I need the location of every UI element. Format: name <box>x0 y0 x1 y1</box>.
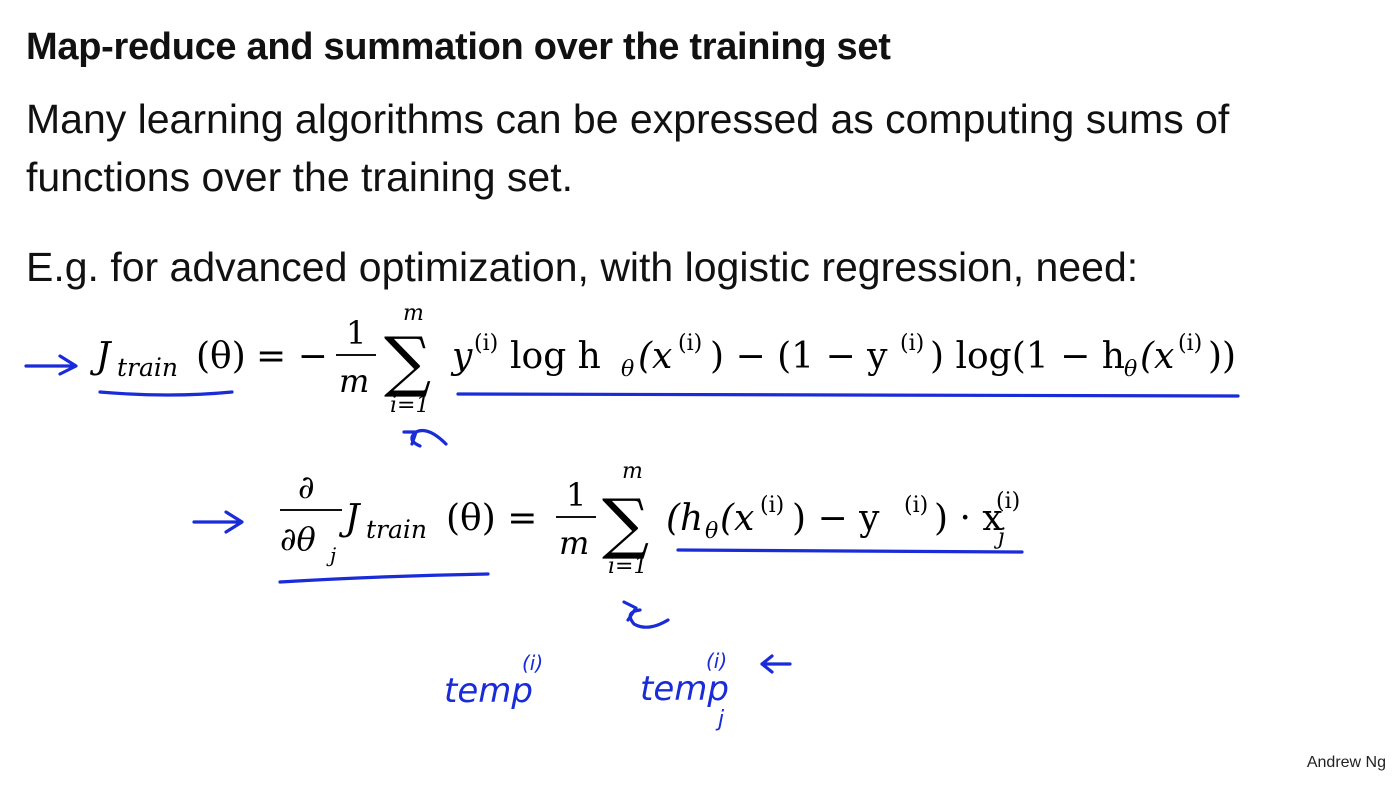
cost-theta-sub-1: θ <box>621 357 634 382</box>
cost-log-h: log h <box>510 336 601 377</box>
grad-partial-den: ∂θ <box>280 520 316 558</box>
grad-sum-upper: m <box>622 459 643 484</box>
underline-summand <box>456 392 1240 398</box>
cost-y: y <box>450 336 473 377</box>
cost-sum-lower: i=1 <box>390 393 429 418</box>
temp-left-sup: (i) <box>522 651 543 675</box>
cost-x-sup-1: (i) <box>678 331 702 356</box>
gradient-equation: ∂ ∂θ j J train (θ) = 1 m ∑ m i=1 (h θ (x… <box>280 459 1020 579</box>
cost-close-paren: )) <box>1208 336 1236 377</box>
grad-theta-sub: θ <box>705 519 718 544</box>
temp-right-sub: j <box>715 707 725 732</box>
cost-x-open-2: (x <box>1140 336 1174 377</box>
temp-left-label: temp <box>444 671 533 711</box>
cost-theta-sub-2: θ <box>1124 357 1137 382</box>
cost-J: J <box>89 336 113 377</box>
equations-canvas: J train (θ) = − 1 m ∑ m i=1 y (i) log h … <box>24 301 1240 732</box>
underline-partial <box>278 572 490 584</box>
cost-function-equation: J train (θ) = − 1 m ∑ m i=1 y (i) log h … <box>89 301 1236 418</box>
cost-frac-num: 1 <box>346 314 366 352</box>
temp-right-label: temp <box>640 669 729 709</box>
grad-partial-num: ∂ <box>298 468 315 506</box>
grad-sum-symbol: ∑ <box>602 485 649 562</box>
cost-sum-symbol: ∑ <box>384 323 431 400</box>
grad-h-open: (h <box>666 498 703 539</box>
author-credit: Andrew Ng <box>1306 754 1386 771</box>
underline-grad-summand <box>676 548 1024 554</box>
temp-right-sup: (i) <box>706 649 727 673</box>
grad-x-open: (x <box>720 498 754 539</box>
arrow-right-icon <box>24 354 78 376</box>
grad-partial-den-sub: j <box>326 543 336 567</box>
cost-equals: = − <box>256 336 328 377</box>
arrow-left-icon <box>760 654 792 674</box>
arrow-right-icon <box>192 510 244 534</box>
grad-minus-y: ) − y <box>792 498 880 539</box>
curved-arrow-head-icon <box>622 600 638 622</box>
grad-frac-den: m <box>559 524 589 562</box>
cost-y-sup-2: (i) <box>900 331 924 356</box>
grad-x-sup: (i) <box>760 493 784 518</box>
grad-J-subscript: train <box>366 515 427 544</box>
curved-arrow-icon <box>628 608 670 629</box>
cost-theta-arg: (θ) <box>196 336 246 377</box>
cost-sum-upper: m <box>403 301 424 326</box>
curved-arrow-head-icon <box>402 430 418 446</box>
cost-log-one-minus-h: ) log(1 − h <box>930 336 1125 377</box>
cost-x-open-1: (x <box>638 336 672 377</box>
cost-minus-one: ) − (1 − y <box>710 336 888 377</box>
grad-theta-arg: (θ) = <box>446 498 537 539</box>
grad-xj-sup: (i) <box>996 489 1020 514</box>
grad-sum-lower: i=1 <box>608 554 647 579</box>
lecture-slide: Map-reduce and summation over the traini… <box>0 0 1398 786</box>
grad-frac-num: 1 <box>566 476 586 514</box>
grad-dot-x: ) · x <box>934 498 1003 539</box>
grad-y-sup: (i) <box>904 493 928 518</box>
cost-y-sup: (i) <box>474 331 498 356</box>
cost-J-subscript: train <box>117 353 178 382</box>
cost-x-sup-2: (i) <box>1178 331 1202 356</box>
grad-J: J <box>338 498 362 539</box>
underline-jtrain <box>98 390 234 397</box>
cost-frac-den: m <box>339 362 369 400</box>
